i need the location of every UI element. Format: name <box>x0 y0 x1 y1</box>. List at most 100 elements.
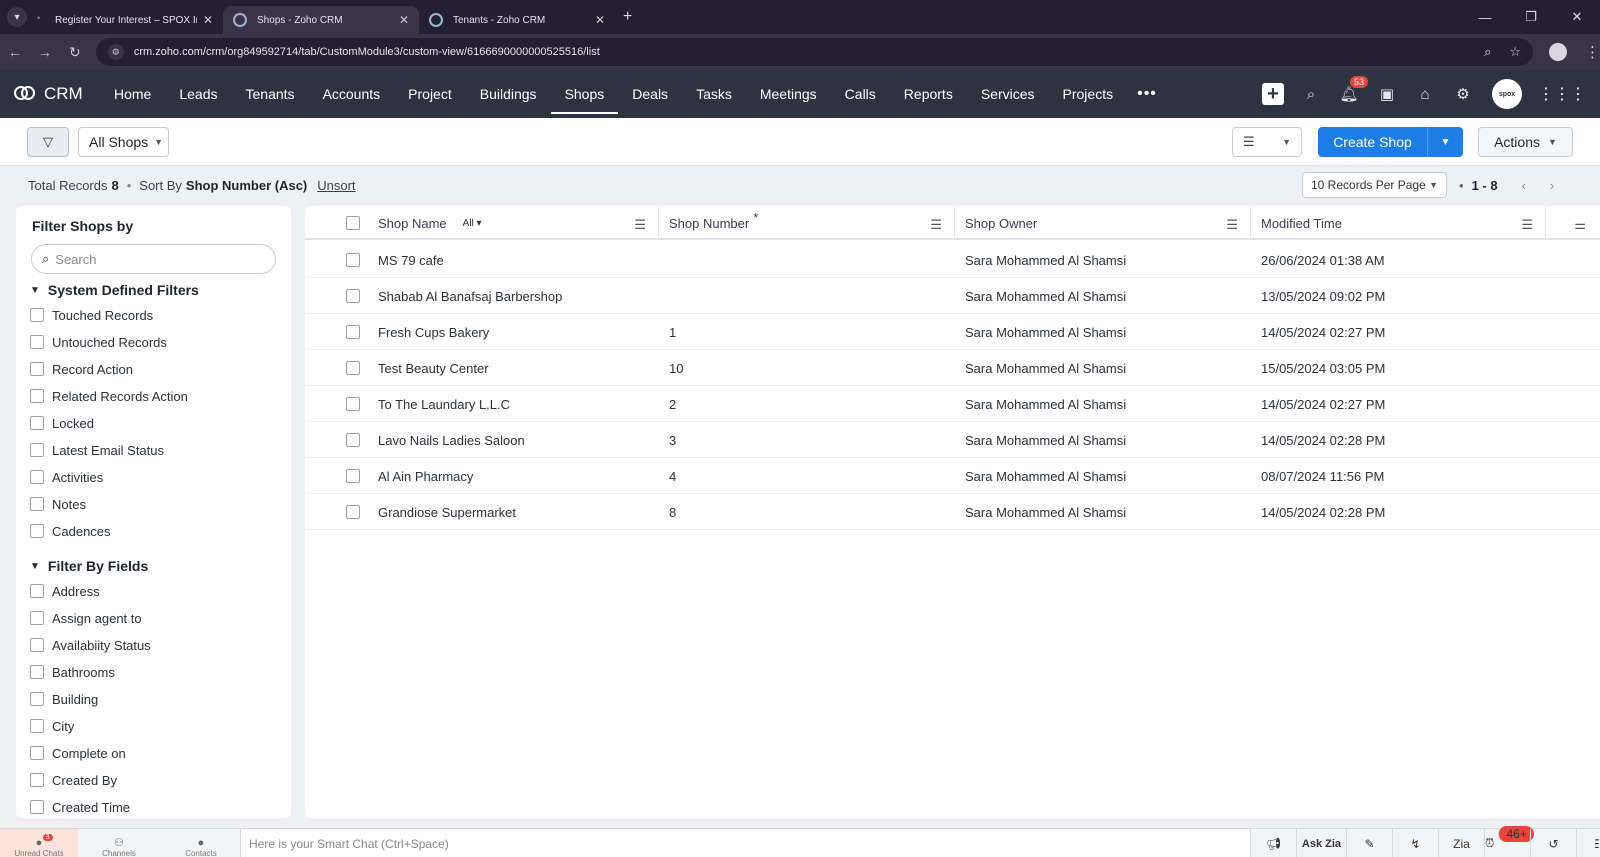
table-row[interactable]: MS 79 cafe Sara Mohammed Al Shamsi 26/06… <box>305 242 1600 278</box>
field-filters-header[interactable]: ▼ Filter By Fields <box>30 558 148 574</box>
cell-shop-name[interactable]: To The Laundary L.L.C <box>378 386 510 422</box>
filter-item[interactable]: Created Time <box>30 798 130 816</box>
nav-leads[interactable]: Leads <box>165 70 231 118</box>
browser-tab-active[interactable]: Shops - Zoho CRM ✕ <box>223 6 419 34</box>
channels-button[interactable]: ⚇ Channels <box>80 829 158 857</box>
nav-projects[interactable]: Projects <box>1049 70 1128 118</box>
checkbox[interactable] <box>30 719 44 733</box>
alarm-clock-icon[interactable]: ⏰︎ 46+ <box>1484 825 1534 857</box>
announcement-icon[interactable]: 📢︎ <box>1250 829 1296 857</box>
nav-tasks[interactable]: Tasks <box>682 70 746 118</box>
row-checkbox[interactable] <box>346 289 360 303</box>
column-menu-icon[interactable]: ☰ <box>634 217 646 233</box>
checkbox[interactable] <box>30 524 44 538</box>
crm-logo[interactable]: CRM <box>14 84 100 104</box>
row-checkbox[interactable] <box>346 397 360 411</box>
ask-zia-button[interactable]: Ask Zia <box>1296 829 1346 857</box>
create-shop-button[interactable]: Create Shop ▼ <box>1318 127 1463 157</box>
forward-icon[interactable]: → <box>30 44 60 60</box>
filter-item[interactable]: City <box>30 717 74 735</box>
checkbox[interactable] <box>30 584 44 598</box>
filter-item[interactable]: Record Action <box>30 360 133 378</box>
nav-reports[interactable]: Reports <box>890 70 967 118</box>
browser-tab[interactable]: Tenants - Zoho CRM ✕ <box>419 6 615 34</box>
search-icon[interactable]: ⌕ <box>1292 86 1330 103</box>
column-settings-icon[interactable]: ⚌ <box>1574 217 1586 233</box>
filter-item[interactable]: Address <box>30 582 100 600</box>
filter-item[interactable]: Cadences <box>30 522 111 540</box>
browser-tab[interactable]: • Register Your Interest – SPOX In ✕ <box>27 6 223 34</box>
checkbox[interactable] <box>30 443 44 457</box>
table-row[interactable]: Test Beauty Center 10 Sara Mohammed Al S… <box>305 350 1600 386</box>
nav-services[interactable]: Services <box>967 70 1049 118</box>
filter-item[interactable]: Building <box>30 690 98 708</box>
nav-home[interactable]: Home <box>100 70 165 118</box>
table-row[interactable]: Lavo Nails Ladies Saloon 3 Sara Mohammed… <box>305 422 1600 458</box>
filter-toggle-button[interactable]: ▽ <box>27 127 69 157</box>
filter-item[interactable]: Assign agent to <box>30 609 142 627</box>
back-icon[interactable]: ← <box>0 44 30 60</box>
nav-shops[interactable]: Shops <box>550 70 619 118</box>
prev-page-icon[interactable]: ‹ <box>1522 178 1526 193</box>
shortcut-icon[interactable]: ↯ <box>1392 829 1438 857</box>
row-checkbox[interactable] <box>346 505 360 519</box>
table-row[interactable]: Al Ain Pharmacy 4 Sara Mohammed Al Shams… <box>305 458 1600 494</box>
filter-item[interactable]: Availabiity Status <box>30 636 151 654</box>
checkbox[interactable] <box>30 800 44 814</box>
cell-shop-name[interactable]: MS 79 cafe <box>378 242 444 278</box>
restore-icon[interactable]: ❐ <box>1508 9 1554 25</box>
all-filter-select[interactable]: All ▾ <box>463 218 482 229</box>
row-checkbox[interactable] <box>346 325 360 339</box>
close-icon[interactable]: ✕ <box>203 13 213 27</box>
messages-icon[interactable]: ☷ <box>1576 829 1600 857</box>
checkbox[interactable] <box>30 611 44 625</box>
cell-shop-name[interactable]: Grandiose Supermarket <box>378 494 516 530</box>
column-shop-name[interactable]: Shop Name All ▾ ☰ <box>362 206 659 240</box>
settings-gear-icon[interactable]: ⚙ <box>1444 85 1482 103</box>
filter-search-input[interactable]: ⌕ Search <box>31 244 276 274</box>
filter-item[interactable]: Complete on <box>30 744 126 762</box>
new-tab-icon[interactable]: + <box>623 8 632 26</box>
actions-button[interactable]: Actions ▼ <box>1478 127 1573 157</box>
filter-item[interactable]: Created By <box>30 771 117 789</box>
avatar[interactable]: spox <box>1492 79 1522 109</box>
history-icon[interactable]: ↺ <box>1530 829 1576 857</box>
nav-buildings[interactable]: Buildings <box>466 70 551 118</box>
filter-item[interactable]: Touched Records <box>30 306 153 324</box>
table-row[interactable]: To The Laundary L.L.C 2 Sara Mohammed Al… <box>305 386 1600 422</box>
next-page-icon[interactable]: › <box>1550 178 1554 193</box>
checkbox[interactable] <box>30 638 44 652</box>
quick-create-button[interactable]: + <box>1254 83 1292 105</box>
system-filters-header[interactable]: ▼ System Defined Filters <box>30 282 199 298</box>
cell-shop-name[interactable]: Fresh Cups Bakery <box>378 314 489 350</box>
checkbox[interactable] <box>30 692 44 706</box>
app-grid-icon[interactable]: ⋮⋮⋮ <box>1538 84 1586 104</box>
row-checkbox[interactable] <box>346 253 360 267</box>
table-row[interactable]: Fresh Cups Bakery 1 Sara Mohammed Al Sha… <box>305 314 1600 350</box>
minimize-icon[interactable]: — <box>1462 10 1508 25</box>
profile-icon[interactable] <box>1549 43 1567 61</box>
column-menu-icon[interactable]: ☰ <box>930 217 942 233</box>
more-modules-icon[interactable]: ••• <box>1137 85 1157 103</box>
select-all-checkbox[interactable] <box>346 216 360 230</box>
cell-shop-name[interactable]: Lavo Nails Ladies Saloon <box>378 422 525 458</box>
calendar-icon[interactable]: ▣ <box>1368 85 1406 103</box>
column-shop-owner[interactable]: Shop Owner ☰ <box>955 206 1251 240</box>
close-window-icon[interactable]: ✕ <box>1554 9 1600 25</box>
nav-tenants[interactable]: Tenants <box>232 70 309 118</box>
checkbox[interactable] <box>30 362 44 376</box>
marketplace-icon[interactable]: ⌂ <box>1406 86 1444 103</box>
row-checkbox[interactable] <box>346 433 360 447</box>
list-layout-select[interactable]: ☰ ▼ <box>1232 127 1302 157</box>
analytics-icon[interactable]: ✎ <box>1346 829 1392 857</box>
column-shop-number[interactable]: Shop Number * ☰ <box>659 206 955 240</box>
filter-item[interactable]: Locked <box>30 414 94 432</box>
filter-item[interactable]: Bathrooms <box>30 663 115 681</box>
zia-icon[interactable]: Zia <box>1438 829 1484 857</box>
filter-item[interactable]: Latest Email Status <box>30 441 164 459</box>
column-menu-icon[interactable]: ☰ <box>1226 217 1238 233</box>
tab-search-icon[interactable]: ▾ <box>7 7 27 27</box>
nav-project[interactable]: Project <box>394 70 466 118</box>
close-icon[interactable]: ✕ <box>595 13 605 27</box>
zoom-icon[interactable]: ⌕ <box>1484 44 1491 60</box>
